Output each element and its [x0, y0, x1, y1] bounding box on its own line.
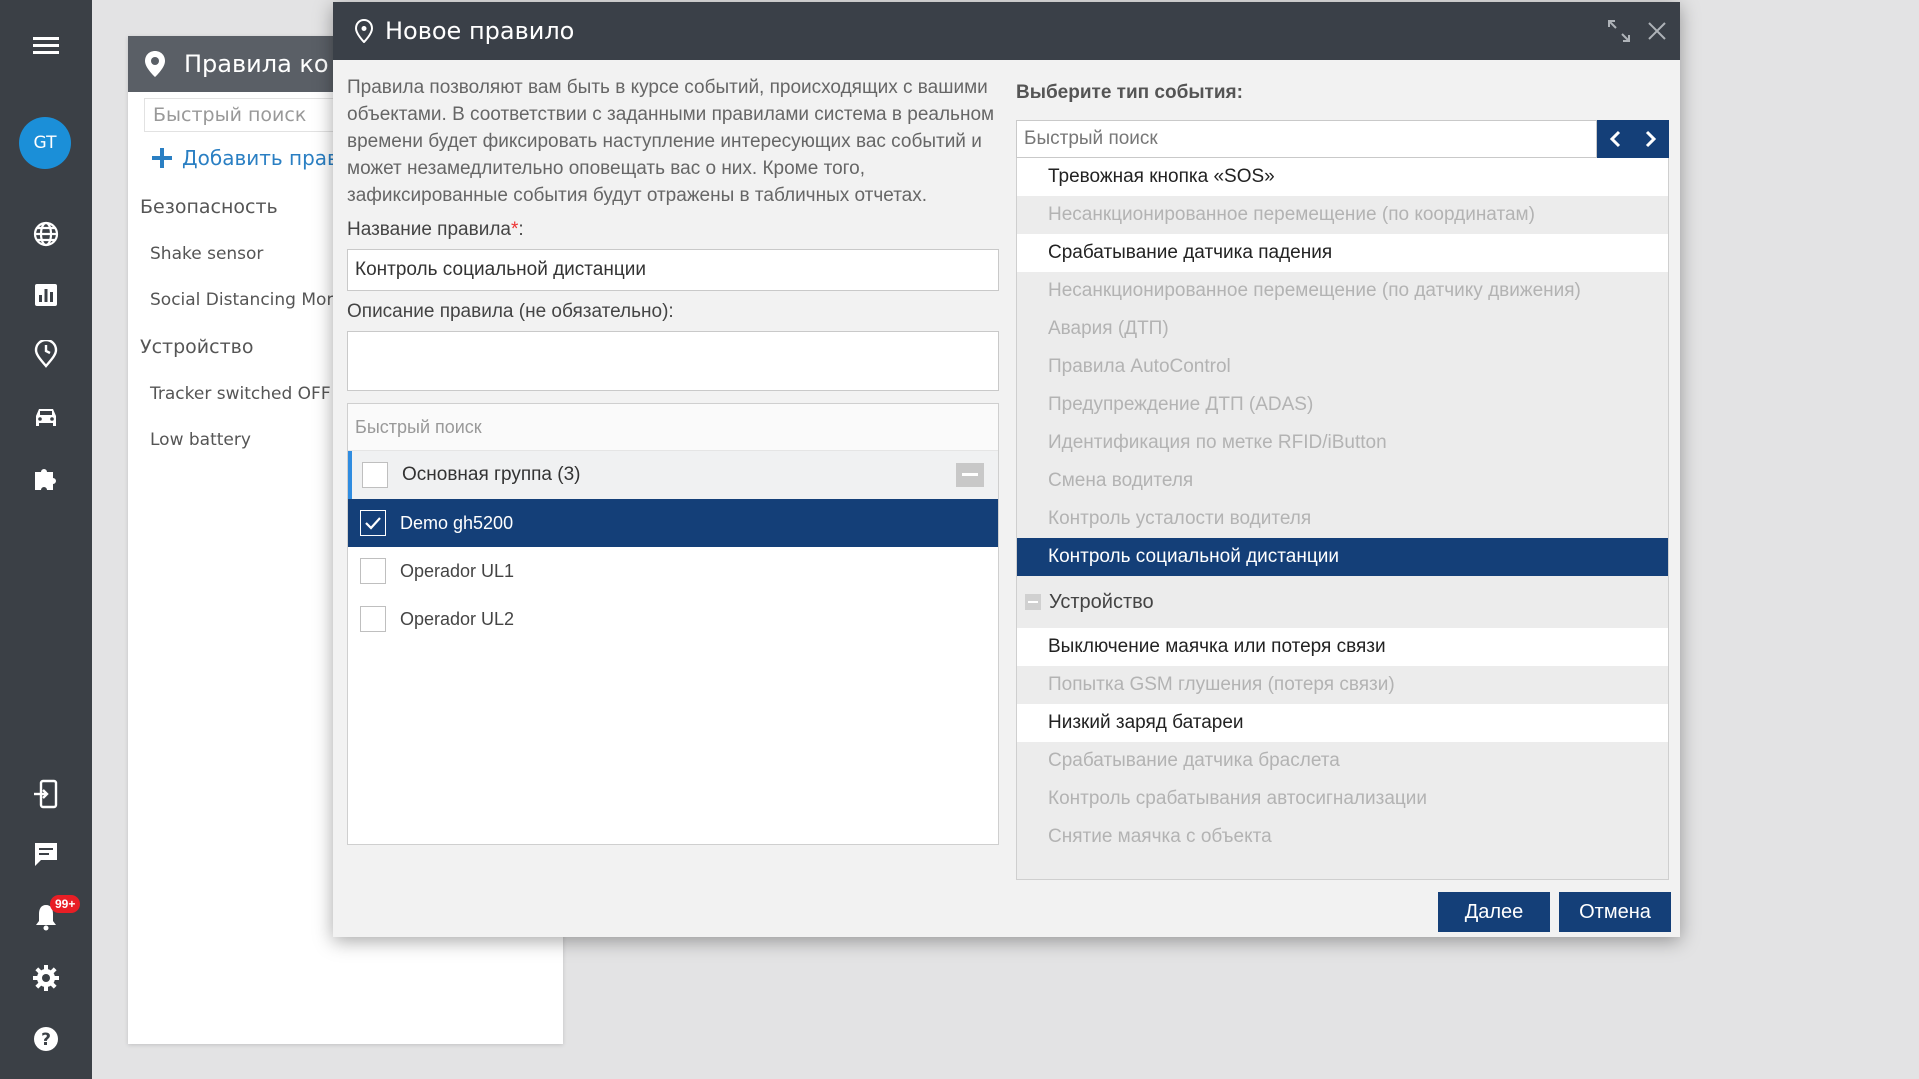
objects-group-label: Основная группа (3) [402, 464, 581, 485]
globe-icon[interactable] [26, 214, 66, 254]
expand-icon[interactable] [1605, 17, 1633, 45]
event-item-disabled: Попытка GSM глушения (потеря связи) [1048, 674, 1395, 695]
rule-name-label-text: Название правила [347, 219, 511, 240]
chart-icon[interactable] [26, 275, 66, 315]
rule-form: Правила позволяют вам быть в курсе событ… [347, 74, 999, 845]
event-item-disabled: Снятие маячка с объекта [1048, 826, 1272, 847]
event-category-label: Устройство [1049, 590, 1154, 613]
event-item[interactable]: Выключение маячка или потеря связи [1017, 628, 1668, 666]
rule-description-label: Описание правила (не обязательно): [347, 301, 674, 322]
rule-name-label: Название правила*: [347, 219, 999, 241]
help-icon[interactable]: ? [26, 1019, 66, 1059]
checkbox-checked[interactable] [360, 510, 386, 536]
chevron-left-icon[interactable] [1597, 120, 1633, 158]
dialog-header: Новое правило [333, 2, 1680, 60]
add-rule-label: Добавить прав [182, 146, 339, 170]
rule-name-label-suffix: : [518, 219, 524, 240]
event-item[interactable]: Тревожная кнопка «SOS» [1017, 158, 1668, 196]
object-label: Operador UL1 [400, 560, 515, 581]
event-search-bar: Быстрый поиск [1016, 120, 1669, 158]
location-pin-icon [144, 50, 166, 78]
object-row[interactable]: Operador UL1 [348, 547, 998, 595]
objects-list: Быстрый поиск Основная группа (3) Demo g… [347, 403, 999, 845]
plus-icon [152, 148, 172, 168]
collapse-icon[interactable] [956, 463, 984, 487]
chat-icon[interactable] [26, 834, 66, 874]
left-rail: GT 99+ ? [0, 0, 92, 1079]
rules-panel-title: Правила ко [184, 50, 329, 78]
object-label: Operador UL2 [400, 608, 515, 629]
event-type-panel: Выберите тип события: Быстрый поиск Трев… [1016, 82, 1669, 880]
gear-icon[interactable] [26, 958, 66, 998]
event-item-disabled: Срабатывание датчика браслета [1048, 750, 1340, 771]
dialog-title: Новое правило [385, 17, 575, 45]
event-item-disabled: Контроль усталости водителя [1048, 508, 1312, 529]
location-pin-icon [355, 19, 373, 43]
objects-search-input[interactable]: Быстрый поиск [348, 404, 998, 451]
event-type-list: Тревожная кнопка «SOS» Несанкционированн… [1016, 158, 1669, 880]
checkbox[interactable] [360, 558, 386, 584]
object-label: Demo gh5200 [400, 512, 514, 533]
event-search-input[interactable]: Быстрый поиск [1016, 120, 1597, 158]
chevron-right-icon[interactable] [1633, 120, 1669, 158]
rule-description-input[interactable] [347, 331, 999, 391]
event-item[interactable]: Срабатывание датчика падения [1017, 234, 1668, 272]
svg-text:?: ? [41, 1030, 51, 1050]
event-item-disabled: Предупреждение ДТП (ADAS) [1048, 394, 1314, 415]
event-item-disabled: Авария (ДТП) [1048, 318, 1169, 339]
checkbox[interactable] [360, 606, 386, 632]
event-item-disabled: Смена водителя [1048, 470, 1194, 491]
car-icon[interactable] [26, 398, 66, 438]
login-icon[interactable] [26, 774, 66, 814]
event-item-disabled: Контроль срабатывания автосигнализации [1048, 788, 1428, 809]
objects-group-row[interactable]: Основная группа (3) [348, 451, 998, 499]
rule-name-input[interactable]: Контроль социальной дистанции [347, 249, 999, 291]
event-item[interactable]: Низкий заряд батареи [1017, 704, 1668, 742]
history-icon[interactable] [26, 334, 66, 374]
notification-badge: 99+ [50, 895, 81, 913]
dialog-description: Правила позволяют вам быть в курсе событ… [347, 77, 995, 206]
event-item-selected[interactable]: Контроль социальной дистанции [1017, 538, 1668, 576]
event-category-header[interactable]: Устройство [1017, 576, 1668, 628]
avatar[interactable]: GT [19, 117, 71, 169]
object-row[interactable]: Operador UL2 [348, 595, 998, 643]
event-item-disabled: Идентификация по метке RFID/iButton [1048, 432, 1387, 453]
cancel-button[interactable]: Отмена [1559, 892, 1671, 932]
close-icon[interactable] [1643, 17, 1671, 45]
menu-icon[interactable] [26, 25, 66, 65]
event-item-disabled: Несанкционированное перемещение (по датч… [1048, 280, 1581, 301]
event-item-disabled: Несанкционированное перемещение (по коор… [1048, 204, 1535, 225]
next-button[interactable]: Далее [1438, 892, 1550, 932]
event-item-disabled: Правила AutoControl [1048, 356, 1231, 377]
puzzle-icon[interactable] [26, 458, 66, 498]
event-type-label: Выберите тип события: [1016, 82, 1243, 103]
checkbox[interactable] [362, 462, 388, 488]
object-row[interactable]: Demo gh5200 [348, 499, 998, 547]
collapse-icon[interactable] [1025, 594, 1041, 610]
new-rule-dialog: Новое правило Правила позволяют вам быть… [333, 2, 1680, 937]
